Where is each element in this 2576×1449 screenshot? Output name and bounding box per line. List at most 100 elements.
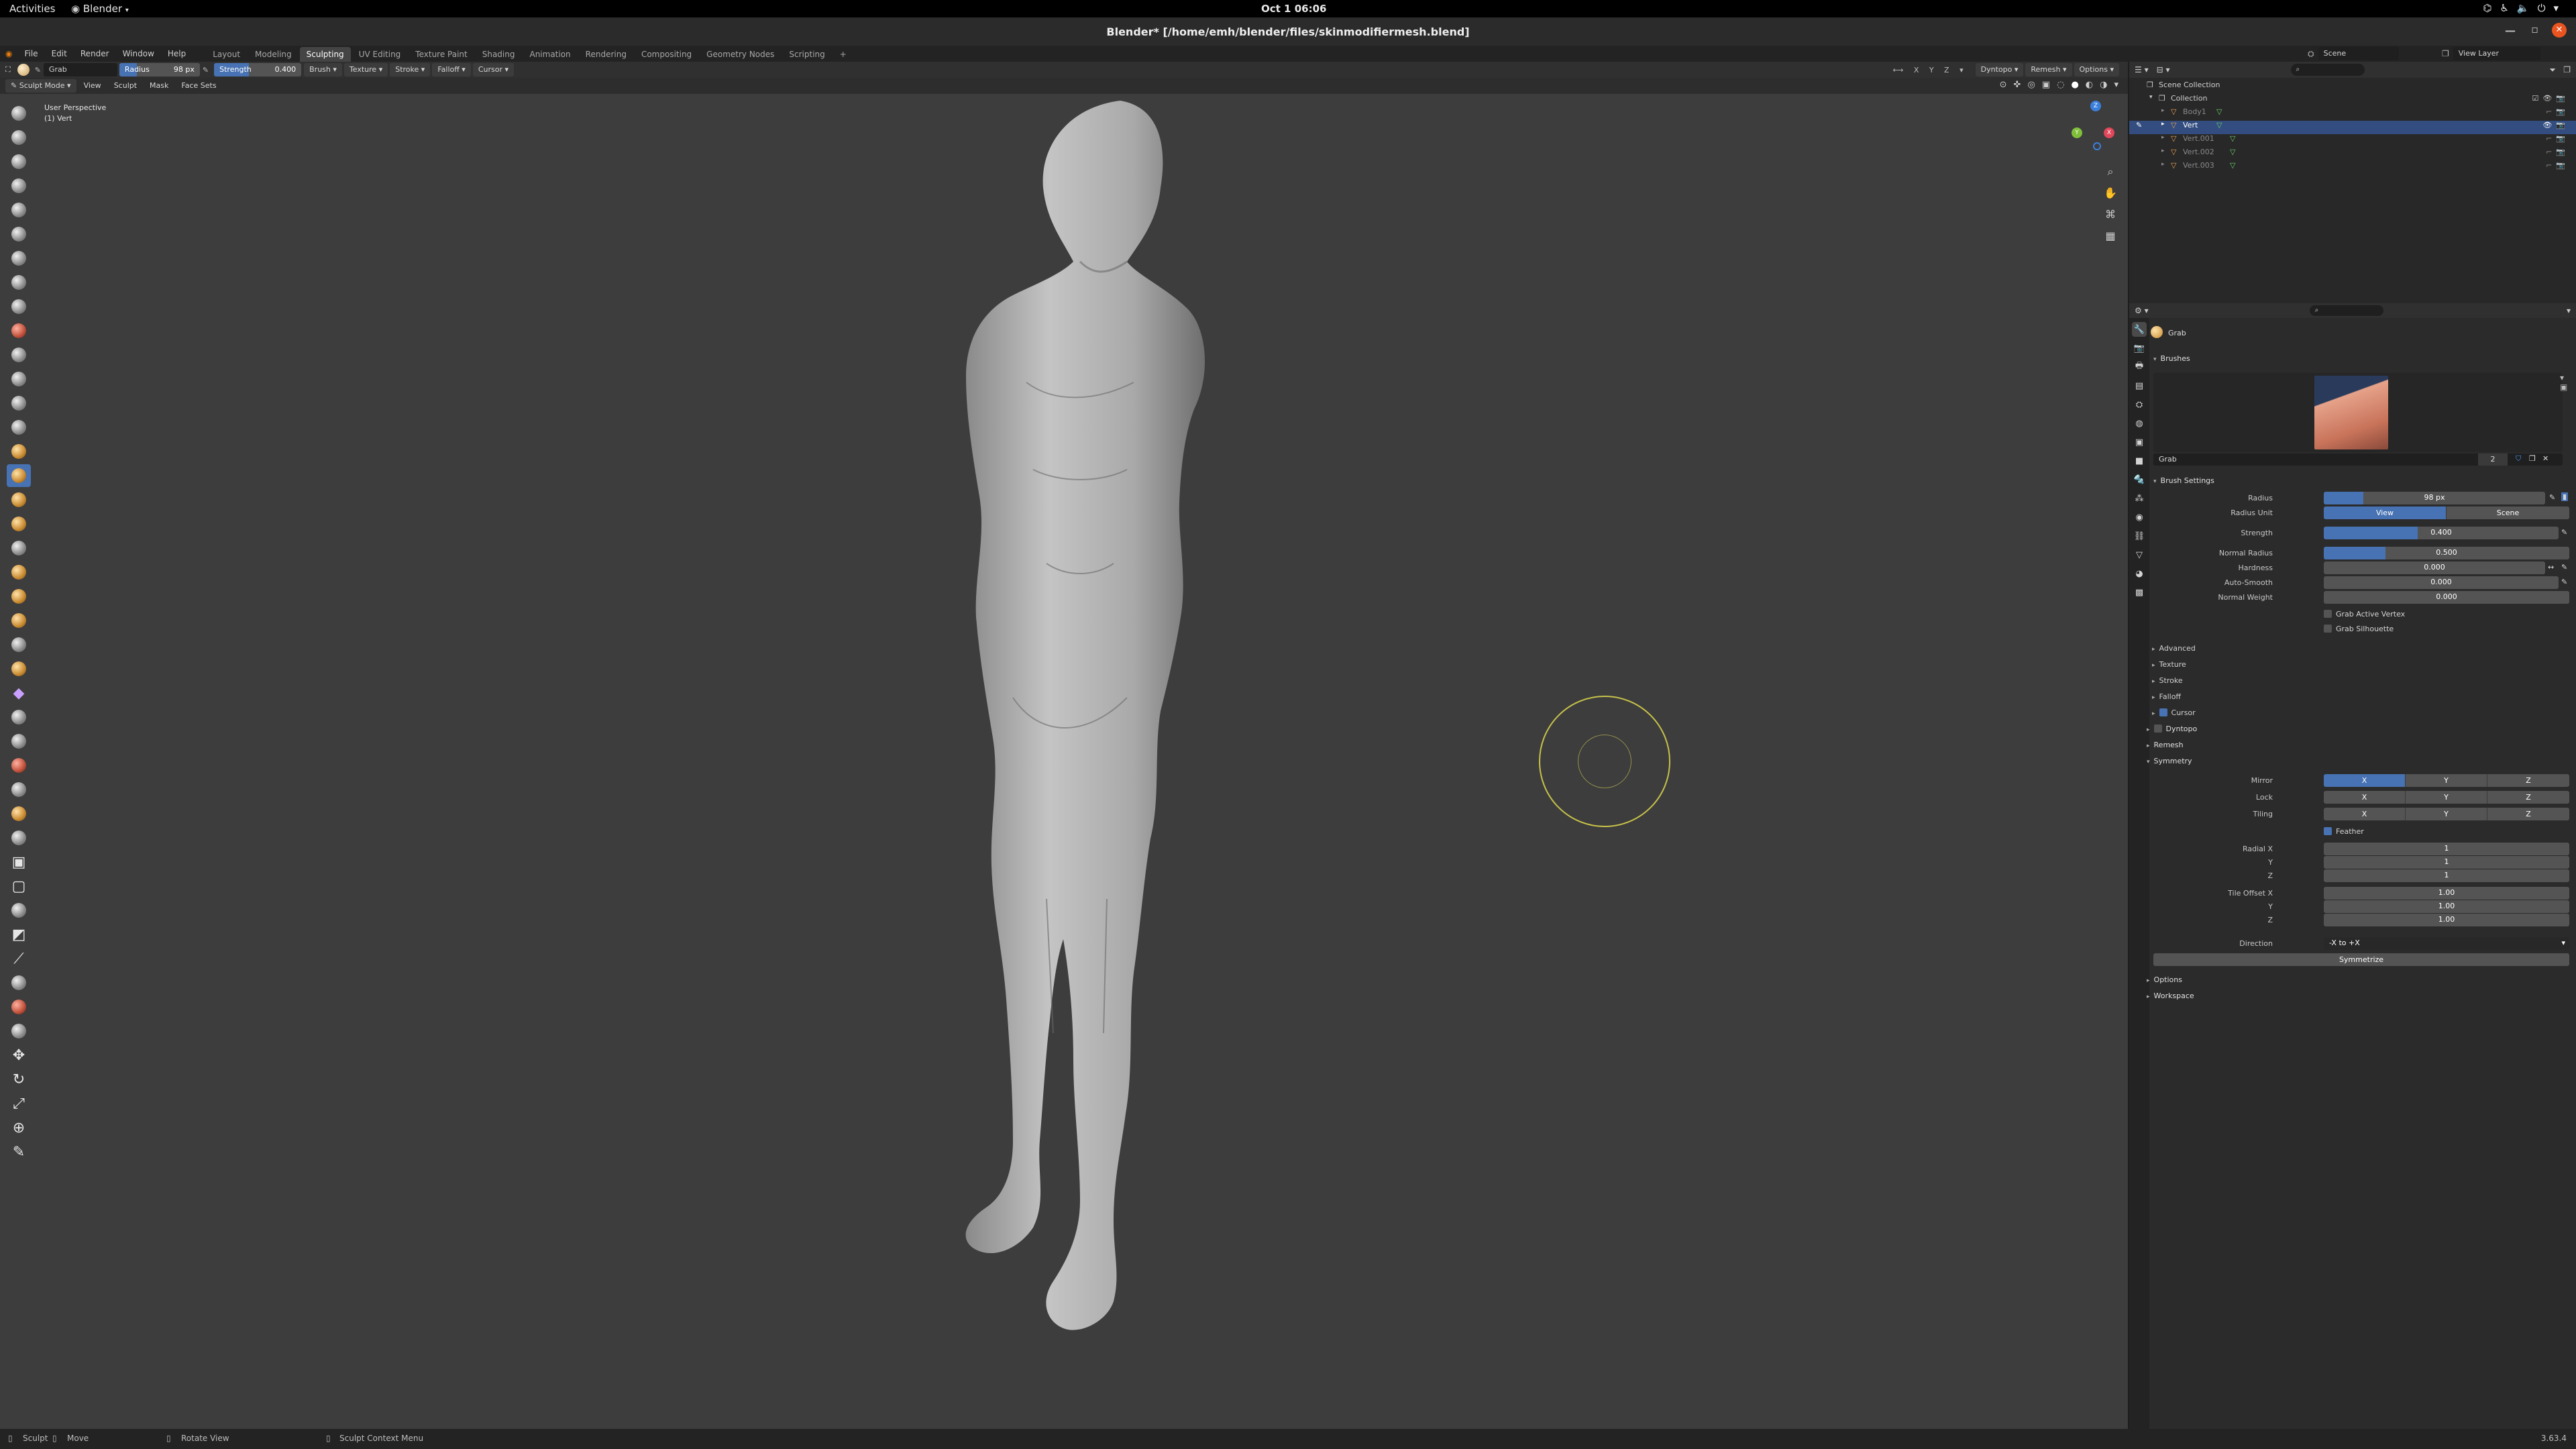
brush-menu[interactable]: Brush ▾	[304, 63, 342, 76]
expand-triangle-icon[interactable]: ▾	[2149, 94, 2153, 101]
tab-uv-editing[interactable]: UV Editing	[352, 47, 408, 62]
radial-z-field[interactable]: 1	[2324, 869, 2569, 882]
menu-mask[interactable]: Mask	[144, 79, 174, 93]
expand-triangle-icon[interactable]: ▸	[2161, 121, 2165, 127]
tool-tab-icon[interactable]: 🔧	[2132, 322, 2147, 337]
tab-texture-paint[interactable]: Texture Paint	[409, 47, 474, 62]
auto-smooth-slider[interactable]: 0.000	[2324, 576, 2559, 589]
feather-row[interactable]: Feather	[2129, 825, 2576, 840]
object-tab-icon[interactable]: ■	[2132, 453, 2147, 468]
activities-button[interactable]: Activities	[9, 3, 55, 15]
tool-clay[interactable]	[7, 150, 31, 173]
grid-ortho-icon[interactable]: ▦	[2102, 225, 2118, 247]
radial-y-field[interactable]: 1	[2324, 856, 2569, 869]
tool-box-mask[interactable]: ▣	[7, 851, 31, 873]
cursor-checkbox[interactable]	[2159, 708, 2167, 716]
tool-annotate[interactable]: ✎	[7, 1140, 31, 1163]
tool-layer[interactable]	[7, 223, 31, 246]
texture-menu[interactable]: Texture ▾	[343, 63, 388, 76]
tool-scrape[interactable]	[7, 392, 31, 415]
tool-draw-sharp[interactable]	[7, 126, 31, 149]
properties-search-input[interactable]: ⌕	[2309, 305, 2383, 316]
tool-draw-face-sets[interactable]	[7, 754, 31, 777]
options-panel[interactable]: ▸ Options	[2147, 975, 2182, 984]
outliner-row-scene-collection[interactable]: ❒ Scene Collection	[2129, 80, 2576, 94]
radial-x-field[interactable]: 1	[2324, 843, 2569, 855]
world-tab-icon[interactable]: ◍	[2132, 416, 2147, 431]
radius-slider[interactable]: 98 px	[2324, 492, 2545, 504]
lock-y-toggle[interactable]: Y	[2406, 791, 2487, 804]
menu-window[interactable]: Window	[116, 46, 161, 62]
outliner-row-vert-003[interactable]: ▸ ▽ Vert.003 ▽ ⌐📷	[2129, 161, 2576, 174]
row-visibility-icons[interactable]: ⌐📷	[2546, 161, 2569, 170]
outliner-row-vert-002[interactable]: ▸ ▽ Vert.002 ▽ ⌐📷	[2129, 148, 2576, 161]
collection-visibility-icons[interactable]: ☑👁📷	[2532, 94, 2569, 103]
tool-snake-hook[interactable]	[7, 513, 31, 535]
brushes-panel-header[interactable]: ▾ Brushes	[2153, 354, 2190, 363]
outliner-editor-icon[interactable]: ☰ ▾	[2135, 65, 2149, 74]
falloff-subpanel[interactable]: ▸ Falloff	[2152, 692, 2181, 701]
tool-flatten[interactable]	[7, 343, 31, 366]
advanced-subpanel[interactable]: ▸ Advanced	[2152, 644, 2196, 653]
radius-toggle-icon[interactable]: ▮	[2561, 492, 2569, 501]
tab-compositing[interactable]: Compositing	[635, 47, 698, 62]
wireframe-shading-icon[interactable]: ◌	[2057, 80, 2064, 90]
strength-pressure-icon[interactable]: ✎	[2561, 528, 2567, 537]
gizmo-toggle-icon[interactable]: ✜	[2014, 80, 2021, 90]
tab-scripting[interactable]: Scripting	[782, 47, 831, 62]
texture-subpanel[interactable]: ▸ Texture	[2152, 660, 2186, 669]
tool-clay-strips[interactable]	[7, 174, 31, 197]
grab-silhouette-checkbox[interactable]	[2324, 625, 2332, 633]
workspace-panel[interactable]: ▸ Workspace	[2147, 991, 2194, 1000]
tool-scale[interactable]: ⤢	[7, 1092, 31, 1115]
dyntopo-menu[interactable]: Dyntopo ▾	[1975, 63, 2024, 76]
row-visibility-icons[interactable]: ⌐📷	[2546, 107, 2569, 116]
tab-modeling[interactable]: Modeling	[248, 47, 299, 62]
tool-boundary[interactable]	[7, 657, 31, 680]
close-button[interactable]: ✕	[2552, 23, 2567, 38]
tab-sculpting[interactable]: Sculpting	[299, 47, 351, 62]
brush-thumbnail-area[interactable]	[2153, 373, 2563, 452]
properties-editor-icon[interactable]: ⚙ ▾	[2135, 306, 2149, 315]
gizmo-z-axis[interactable]: Z	[2090, 101, 2101, 111]
tool-draw[interactable]	[7, 102, 31, 125]
brush-name-field[interactable]: Grab	[43, 63, 117, 76]
menu-help[interactable]: Help	[161, 46, 193, 62]
tool-paint[interactable]	[7, 802, 31, 825]
tool-box-face-set[interactable]	[7, 899, 31, 922]
grab-active-vertex-row[interactable]: Grab Active Vertex	[2129, 608, 2576, 623]
tab-layout[interactable]: Layout	[206, 47, 247, 62]
tool-multiplane-scrape[interactable]	[7, 416, 31, 439]
row-visibility-icons[interactable]: ⌐📷	[2546, 134, 2569, 143]
shading-options-icon[interactable]: ▾	[2114, 80, 2118, 90]
new-collection-icon[interactable]: ❐	[2563, 65, 2571, 74]
expand-triangle-icon[interactable]: ▸	[2161, 161, 2165, 168]
fake-user-icon[interactable]: ⛉	[2516, 454, 2521, 464]
tab-shading[interactable]: Shading	[476, 47, 522, 62]
tool-grab[interactable]	[7, 464, 31, 487]
stroke-subpanel[interactable]: ▸ Stroke	[2152, 676, 2183, 685]
menu-face-sets[interactable]: Face Sets	[176, 79, 221, 93]
outliner-search-input[interactable]: ⌕	[2290, 64, 2365, 76]
tool-multires-displacement[interactable]	[7, 778, 31, 801]
normal-radius-slider[interactable]: 0.500	[2324, 547, 2569, 559]
minimize-button[interactable]: —	[2505, 24, 2516, 37]
view-layer-tab-icon[interactable]: ▤	[2132, 378, 2147, 393]
radius-unit-scene[interactable]: Scene	[2447, 506, 2569, 519]
3d-viewport[interactable]: User Perspective (1) Vert Z X Y ⌕ ✋ ⌘ ▦	[0, 94, 2128, 1429]
overlays-icon[interactable]: ◎	[2027, 80, 2035, 90]
gizmo-neg-x[interactable]	[2093, 142, 2101, 150]
rendered-shading-icon[interactable]: ◑	[2100, 80, 2107, 90]
outliner-row-body1[interactable]: ▸ ▽ Body1 ▽ ⌐📷	[2129, 107, 2576, 121]
tiling-y-toggle[interactable]: Y	[2406, 808, 2487, 820]
grab-active-vertex-checkbox[interactable]	[2324, 610, 2332, 618]
strength-slider[interactable]: 0.400	[2324, 527, 2559, 539]
brush-preview-icon[interactable]	[17, 64, 30, 76]
tool-box-trim[interactable]: ◩	[7, 923, 31, 946]
tool-line-project[interactable]: ⟋	[7, 947, 31, 970]
tool-simplify[interactable]	[7, 706, 31, 729]
collection-tab-icon[interactable]: ▣	[2132, 435, 2147, 449]
mirror-y-toggle[interactable]: Y	[2406, 774, 2487, 787]
row-visibility-icons[interactable]: ⌐📷	[2546, 148, 2569, 156]
radius-pressure-icon[interactable]: ✎	[2549, 493, 2555, 502]
